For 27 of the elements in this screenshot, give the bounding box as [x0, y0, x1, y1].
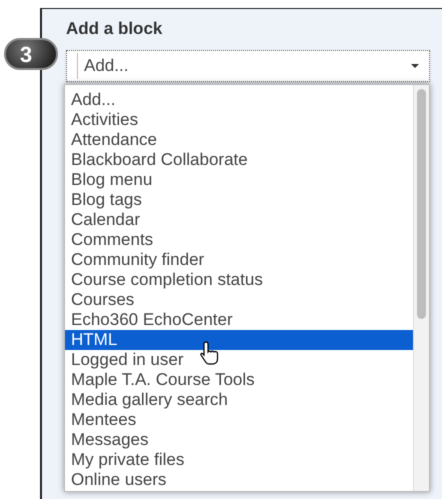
dropdown-option[interactable]: Blog menu	[65, 170, 413, 190]
dropdown-option[interactable]: Courses	[65, 290, 413, 310]
dropdown-option[interactable]: HTML	[65, 330, 413, 350]
dropdown-option[interactable]: Attendance	[65, 130, 413, 150]
dropdown-option[interactable]: Logged in user	[65, 350, 413, 370]
dropdown-option[interactable]: Blackboard Collaborate	[65, 150, 413, 170]
dropdown-option[interactable]: Add...	[65, 90, 413, 110]
dropdown-option[interactable]: Activities	[65, 110, 413, 130]
dropdown-option[interactable]: Online users	[65, 470, 413, 490]
scrollbar-thumb[interactable]	[417, 89, 426, 319]
select-value: Add...	[77, 53, 411, 79]
block-select[interactable]: Add...	[66, 50, 430, 82]
dropdown-caret-icon	[411, 64, 419, 68]
dropdown-option[interactable]: Media gallery search	[65, 390, 413, 410]
dropdown-option[interactable]: Comments	[65, 230, 413, 250]
dropdown-option[interactable]: Messages	[65, 430, 413, 450]
dropdown-option[interactable]: Community finder	[65, 250, 413, 270]
dropdown-option[interactable]: Calendar	[65, 210, 413, 230]
dropdown-option[interactable]: Blog tags	[65, 190, 413, 210]
dropdown-option[interactable]: My private files	[65, 450, 413, 470]
block-title: Add a block	[66, 19, 162, 38]
dropdown-option[interactable]: Mentees	[65, 410, 413, 430]
scrollbar[interactable]	[413, 85, 429, 491]
dropdown-option[interactable]: Maple T.A. Course Tools	[65, 370, 413, 390]
step-badge: 3	[4, 38, 58, 70]
dropdown-option[interactable]: Echo360 EchoCenter	[65, 310, 413, 330]
dropdown-option[interactable]: Course completion status	[65, 270, 413, 290]
